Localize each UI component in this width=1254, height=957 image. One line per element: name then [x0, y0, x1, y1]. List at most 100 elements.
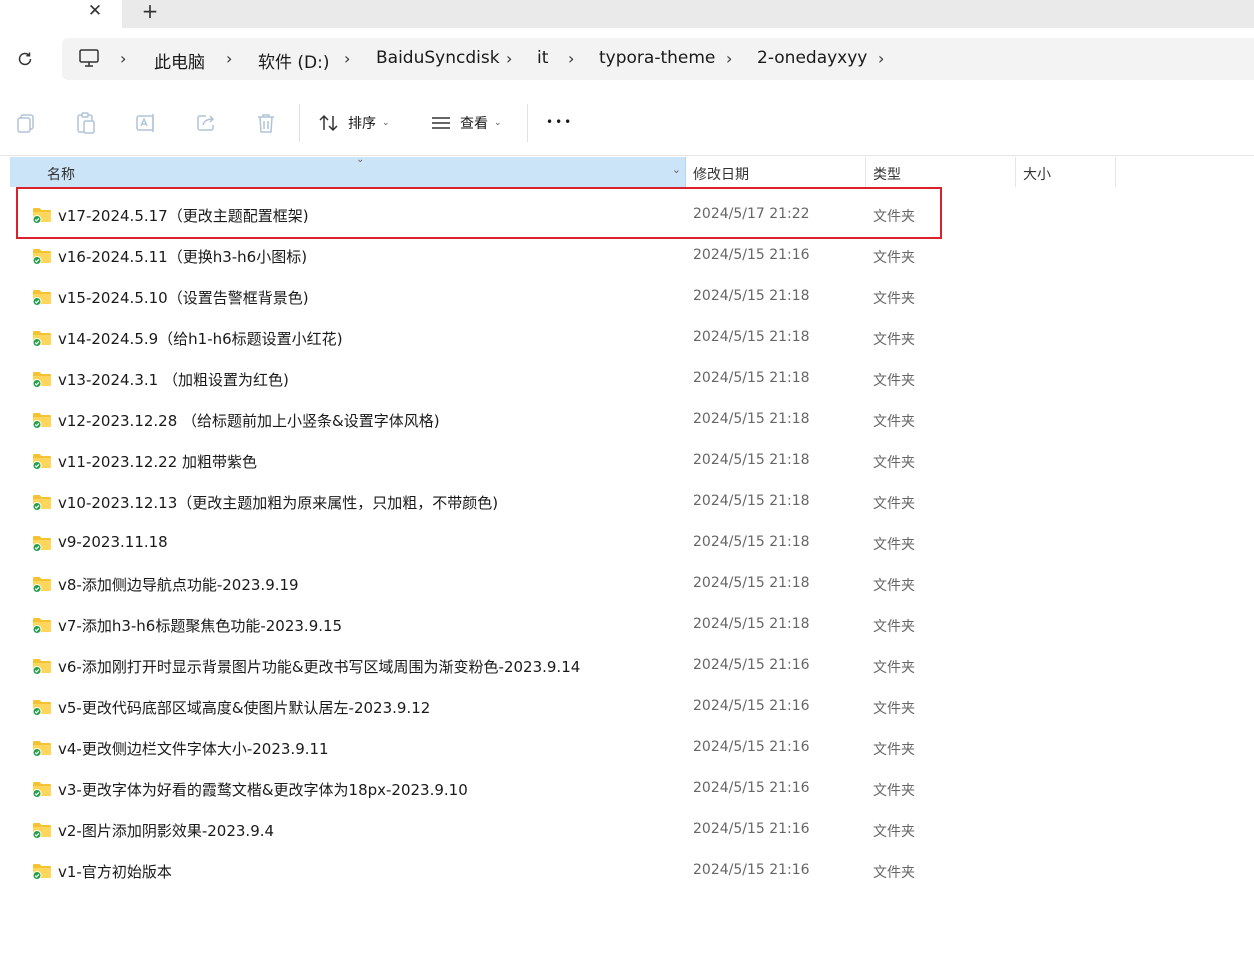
file-row[interactable]: v5-更改代码底部区域高度&使图片默认居左-2023.9.12 2024/5/1…	[0, 686, 1254, 727]
column-header-modified[interactable]: 修改日期	[693, 164, 749, 184]
file-name[interactable]: v16-2024.5.11（更换h3-h6小图标)	[58, 246, 307, 267]
file-row[interactable]: v1-官方初始版本 2024/5/15 21:16 文件夹	[0, 850, 1254, 891]
file-type: 文件夹	[873, 291, 915, 307]
column-header-type[interactable]: 类型	[873, 164, 901, 184]
file-name[interactable]: v10-2023.12.13（更改主题加粗为原来属性，只加粗，不带颜色)	[58, 492, 498, 513]
chevron-right-icon[interactable]: ›	[226, 49, 232, 68]
file-name[interactable]: v7-添加h3-h6标题聚焦色功能-2023.9.15	[58, 615, 342, 636]
file-modified-date: 2024/5/15 21:18	[693, 452, 810, 468]
file-modified-date: 2024/5/15 21:16	[693, 821, 810, 837]
file-row[interactable]: v10-2023.12.13（更改主题加粗为原来属性，只加粗，不带颜色) 202…	[0, 481, 1254, 522]
file-type: 文件夹	[873, 742, 915, 758]
file-row[interactable]: v11-2023.12.22 加粗带紫色 2024/5/15 21:18 文件夹	[0, 440, 1254, 481]
folder-icon	[32, 616, 52, 634]
breadcrumb-item[interactable]: it	[537, 48, 548, 68]
file-modified-date: 2024/5/15 21:18	[693, 575, 810, 591]
column-header-row: 名称 ⌄ ⌄ 修改日期 类型 大小	[0, 154, 1254, 187]
file-name[interactable]: v9-2023.11.18	[58, 533, 168, 551]
file-name[interactable]: v14-2024.5.9（给h1-h6标题设置小红花)	[58, 328, 343, 349]
column-divider[interactable]	[865, 157, 866, 187]
column-header-name[interactable]: 名称 ⌄	[10, 157, 686, 187]
file-type: 文件夹	[873, 209, 915, 225]
file-row[interactable]: v3-更改字体为好看的霞鹜文楷&更改字体为18px-2023.9.10 2024…	[0, 768, 1254, 809]
folder-icon	[32, 698, 52, 716]
file-row[interactable]: v14-2024.5.9（给h1-h6标题设置小红花) 2024/5/15 21…	[0, 317, 1254, 358]
close-tab-icon[interactable]: ✕	[84, 0, 106, 22]
folder-icon	[32, 370, 52, 388]
file-type: 文件夹	[873, 865, 915, 881]
file-modified-date: 2024/5/15 21:16	[693, 862, 810, 878]
paste-icon[interactable]	[74, 111, 98, 135]
view-button[interactable]: 查看 ⌄	[430, 110, 502, 136]
rename-icon[interactable]	[134, 111, 158, 135]
file-name[interactable]: v6-添加刚打开时显示背景图片功能&更改书写区域周围为渐变粉色-2023.9.1…	[58, 656, 580, 677]
file-name[interactable]: v5-更改代码底部区域高度&使图片默认居左-2023.9.12	[58, 697, 430, 718]
column-divider[interactable]	[1015, 157, 1016, 187]
column-name-label: 名称	[47, 167, 75, 183]
file-name[interactable]: v12-2023.12.28 （给标题前加上小竖条&设置字体风格)	[58, 410, 440, 431]
file-row[interactable]: v13-2024.3.1 （加粗设置为红色) 2024/5/15 21:18 文…	[0, 358, 1254, 399]
file-name[interactable]: v17-2024.5.17（更改主题配置框架)	[58, 205, 309, 226]
file-row[interactable]: v4-更改侧边栏文件字体大小-2023.9.11 2024/5/15 21:16…	[0, 727, 1254, 768]
file-name[interactable]: v3-更改字体为好看的霞鹜文楷&更改字体为18px-2023.9.10	[58, 779, 468, 800]
breadcrumb-item[interactable]: BaiduSyncdisk	[376, 48, 500, 68]
file-row[interactable]: v12-2023.12.28 （给标题前加上小竖条&设置字体风格) 2024/5…	[0, 399, 1254, 440]
file-row[interactable]: v15-2024.5.10（设置告警框背景色) 2024/5/15 21:18 …	[0, 276, 1254, 317]
file-name[interactable]: v1-官方初始版本	[58, 861, 172, 882]
chevron-right-icon[interactable]: ›	[344, 49, 350, 68]
file-modified-date: 2024/5/15 21:18	[693, 411, 810, 427]
column-header-size[interactable]: 大小	[1023, 164, 1051, 184]
sort-indicator-icon: ⌄	[356, 154, 365, 165]
file-modified-date: 2024/5/15 21:16	[693, 657, 810, 673]
chevron-right-icon[interactable]: ›	[120, 49, 126, 68]
file-name[interactable]: v15-2024.5.10（设置告警框背景色)	[58, 287, 309, 308]
file-row[interactable]: v16-2024.5.11（更换h3-h6小图标) 2024/5/15 21:1…	[0, 235, 1254, 276]
chevron-down-icon[interactable]: ⌄	[672, 163, 681, 176]
file-row[interactable]: v2-图片添加阴影效果-2023.9.4 2024/5/15 21:16 文件夹	[0, 809, 1254, 850]
column-divider[interactable]	[1115, 157, 1116, 187]
folder-icon	[32, 411, 52, 429]
new-tab-icon[interactable]: +	[139, 0, 161, 23]
file-type: 文件夹	[873, 783, 915, 799]
computer-icon[interactable]	[78, 47, 100, 73]
file-type: 文件夹	[873, 701, 915, 717]
chevron-right-icon[interactable]: ›	[726, 49, 732, 68]
file-row[interactable]: v7-添加h3-h6标题聚焦色功能-2023.9.15 2024/5/15 21…	[0, 604, 1254, 645]
refresh-icon[interactable]	[12, 46, 38, 72]
sort-button[interactable]: 排序 ⌄	[318, 110, 390, 136]
chevron-right-icon[interactable]: ›	[506, 49, 512, 68]
file-modified-date: 2024/5/15 21:18	[693, 288, 810, 304]
share-icon[interactable]	[194, 111, 218, 135]
view-list-icon	[432, 117, 450, 129]
file-name[interactable]: v2-图片添加阴影效果-2023.9.4	[58, 820, 274, 841]
folder-icon	[32, 329, 52, 347]
active-tab[interactable]: ✕	[0, 0, 122, 28]
file-type: 文件夹	[873, 660, 915, 676]
breadcrumb-item[interactable]: 此电脑	[154, 48, 205, 73]
breadcrumb-item[interactable]: 2-onedayxyy	[757, 48, 867, 68]
copy-icon[interactable]	[14, 111, 38, 135]
folder-icon	[32, 575, 52, 593]
file-row[interactable]: v6-添加刚打开时显示背景图片功能&更改书写区域周围为渐变粉色-2023.9.1…	[0, 645, 1254, 686]
file-row[interactable]: v8-添加侧边导航点功能-2023.9.19 2024/5/15 21:18 文…	[0, 563, 1254, 604]
more-options-icon[interactable]: •••	[546, 115, 573, 129]
delete-icon[interactable]	[254, 111, 278, 135]
file-row[interactable]: v9-2023.11.18 2024/5/15 21:18 文件夹	[0, 522, 1254, 563]
address-bar[interactable]: › 此电脑 › 软件 (D:) › BaiduSyncdisk › it › t…	[62, 38, 1254, 80]
file-name[interactable]: v4-更改侧边栏文件字体大小-2023.9.11	[58, 738, 329, 759]
chevron-right-icon[interactable]: ›	[568, 49, 574, 68]
file-type: 文件夹	[873, 496, 915, 512]
tab-strip: ✕ +	[0, 0, 1254, 28]
file-name[interactable]: v13-2024.3.1 （加粗设置为红色)	[58, 369, 289, 390]
chevron-right-icon[interactable]: ›	[878, 49, 884, 68]
file-row[interactable]: v17-2024.5.17（更改主题配置框架) 2024/5/17 21:22 …	[0, 194, 1254, 235]
file-name[interactable]: v8-添加侧边导航点功能-2023.9.19	[58, 574, 299, 595]
command-bar: 排序 ⌄ 查看 ⌄ •••	[0, 90, 1254, 156]
file-name[interactable]: v11-2023.12.22 加粗带紫色	[58, 451, 257, 472]
file-type: 文件夹	[873, 824, 915, 840]
breadcrumb-item[interactable]: 软件 (D:)	[258, 48, 330, 73]
file-modified-date: 2024/5/15 21:18	[693, 616, 810, 632]
breadcrumb-item[interactable]: typora-theme	[599, 48, 715, 68]
toolbar-divider	[299, 104, 300, 142]
file-modified-date: 2024/5/15 21:16	[693, 739, 810, 755]
